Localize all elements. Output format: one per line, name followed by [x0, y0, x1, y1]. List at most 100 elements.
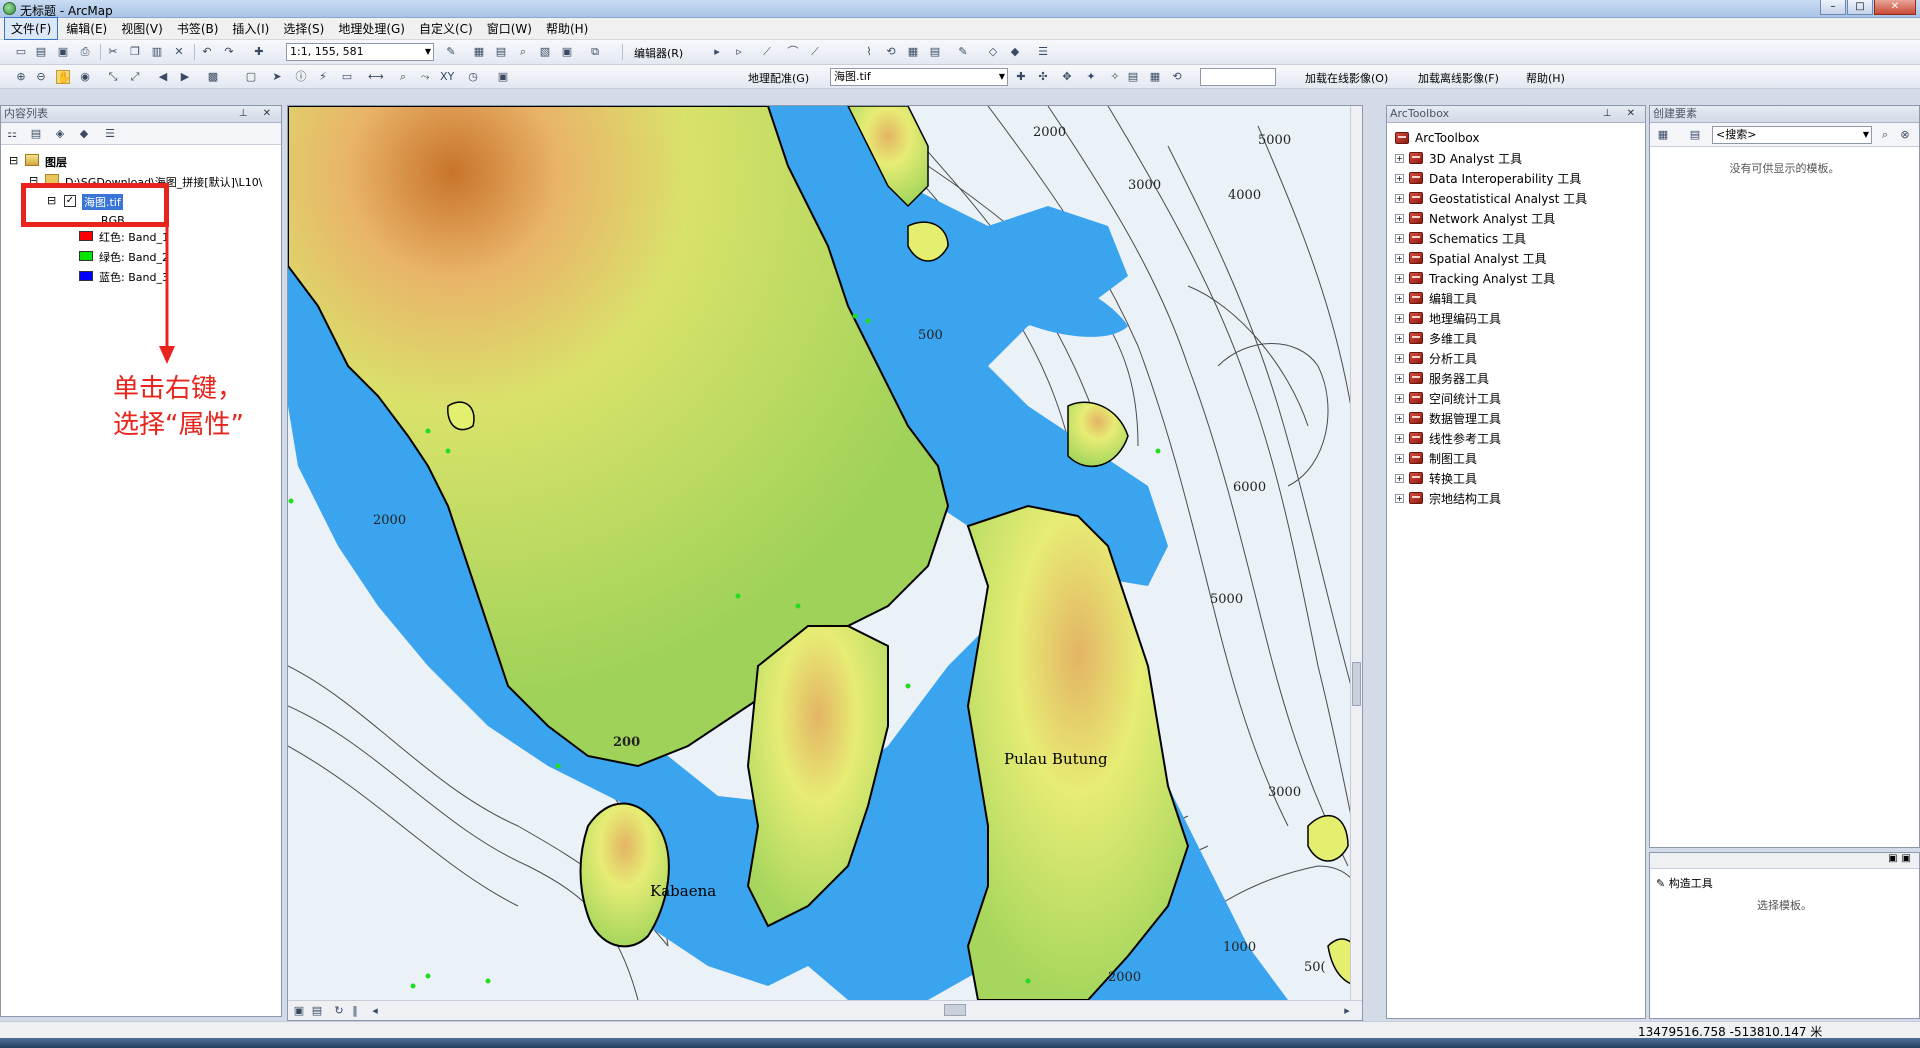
expand-icon[interactable]: +: [1395, 193, 1404, 203]
filter-templates-icon[interactable]: ▤: [1688, 128, 1702, 142]
expand-icon[interactable]: +: [1395, 413, 1404, 423]
cut-icon[interactable]: ✂: [106, 45, 120, 59]
expand-icon[interactable]: +: [1395, 433, 1404, 443]
select-features-icon[interactable]: ▩: [206, 70, 220, 84]
layout-view-icon[interactable]: ▤: [310, 1004, 324, 1018]
toolbox-item[interactable]: +3D Analyst 工具: [1395, 150, 1522, 166]
expand-icon[interactable]: +: [1395, 153, 1404, 163]
list-by-source-icon[interactable]: ▤: [29, 127, 43, 141]
edit-annotation-icon[interactable]: ▹: [732, 45, 746, 59]
create-features-icon[interactable]: ✎: [956, 45, 970, 59]
map-vertical-scrollbar[interactable]: [1350, 106, 1362, 1000]
load-offline-imagery-menu[interactable]: 加载离线影像(F): [1418, 70, 1499, 86]
menu-windows[interactable]: 窗口(W): [481, 18, 538, 39]
time-slider-icon[interactable]: ◷: [466, 70, 480, 84]
panel-splitter[interactable]: ▣▣: [1650, 853, 1919, 869]
auto-registration-icon[interactable]: ✦: [1084, 70, 1098, 84]
menu-insert[interactable]: 插入(I): [226, 18, 275, 39]
expand-icon[interactable]: +: [1395, 293, 1404, 303]
view-link-icon[interactable]: ▦: [1148, 70, 1162, 84]
menu-bookmarks[interactable]: 书签(B): [171, 18, 225, 39]
new-document-icon[interactable]: ▭: [14, 45, 28, 59]
expand-icon[interactable]: +: [1395, 233, 1404, 243]
print-icon[interactable]: ⎙: [78, 45, 92, 59]
trace-icon[interactable]: ⟋: [808, 45, 822, 59]
scroll-left-icon[interactable]: ◂: [368, 1004, 382, 1018]
toolbox-item[interactable]: + 编辑工具: [1395, 290, 1477, 306]
toolbox-item[interactable]: + 地理编码工具: [1395, 310, 1501, 326]
data-frame-label[interactable]: 图层: [45, 154, 67, 170]
minimize-button[interactable]: –: [1820, 0, 1846, 15]
link-table-icon[interactable]: ▤: [1126, 70, 1140, 84]
arctoolbox-pin-close-buttons[interactable]: ⊥ ✕: [1603, 106, 1641, 122]
expand-icon[interactable]: +: [1395, 213, 1404, 223]
paste-icon[interactable]: ▥: [150, 45, 164, 59]
sketch-properties-icon[interactable]: ▤: [928, 45, 942, 59]
rotate-tool-icon[interactable]: ⟲: [884, 45, 898, 59]
editor-menu[interactable]: 编辑器(R): [634, 45, 683, 61]
menu-help[interactable]: 帮助(H): [540, 18, 594, 39]
map-canvas[interactable]: 2000 5000 3000 4000 500 6000 2000 5000 2…: [288, 106, 1362, 1000]
toolbox-item[interactable]: + 服务器工具: [1395, 370, 1489, 386]
expand-icon[interactable]: +: [1395, 473, 1404, 483]
georeferencing-menu[interactable]: 地理配准(G): [748, 70, 809, 86]
select-elements-icon[interactable]: ➤: [270, 70, 284, 84]
menu-selection[interactable]: 选择(S): [277, 18, 330, 39]
list-by-drawing-order-icon[interactable]: ⚏: [5, 127, 19, 141]
reshape-feature-icon[interactable]: ◆: [1008, 45, 1022, 59]
add-data-icon[interactable]: ✚: [252, 45, 266, 59]
maximize-button[interactable]: □: [1847, 0, 1873, 15]
edit-tool-icon[interactable]: ▸: [710, 45, 724, 59]
toolbox-item[interactable]: + Geostatistical Analyst 工具: [1395, 190, 1587, 206]
map-hscroll-thumb[interactable]: [944, 1004, 966, 1016]
toolbox-item[interactable]: + Data Interoperability 工具: [1395, 170, 1581, 186]
toolbox-item[interactable]: + 线性参考工具: [1395, 430, 1501, 446]
go-to-xy-icon[interactable]: XY: [440, 70, 454, 84]
shift-raster-icon[interactable]: ✣: [1036, 70, 1050, 84]
measure-icon[interactable]: ⟷: [368, 70, 384, 84]
expand-icon[interactable]: +: [1395, 353, 1404, 363]
control-point-icon[interactable]: ✧: [1108, 70, 1122, 84]
georef-input-box[interactable]: [1200, 68, 1276, 86]
edit-vertices-icon[interactable]: ◇: [986, 45, 1000, 59]
end-point-arc-icon[interactable]: ⌒: [786, 45, 800, 59]
expand-icon[interactable]: +: [1395, 273, 1404, 283]
redo-icon[interactable]: ↷: [222, 45, 236, 59]
arctoolbox-root[interactable]: ArcToolbox: [1395, 130, 1479, 146]
toolbox-item[interactable]: + Spatial Analyst 工具: [1395, 250, 1547, 266]
list-by-visibility-icon[interactable]: ◈: [53, 127, 67, 141]
menu-file[interactable]: 文件(F): [4, 17, 59, 40]
clear-search-icon[interactable]: ⊗: [1898, 128, 1912, 142]
clear-selection-icon[interactable]: ▢: [244, 70, 258, 84]
expand-icon[interactable]: +: [1395, 453, 1404, 463]
attributes-icon[interactable]: ▦: [906, 45, 920, 59]
toolbox-item[interactable]: + 数据管理工具: [1395, 410, 1501, 426]
pause-drawing-icon[interactable]: ‖: [348, 1004, 362, 1018]
pan-icon[interactable]: ✋: [56, 70, 71, 84]
undo-icon[interactable]: ↶: [200, 45, 214, 59]
toc-pin-close-buttons[interactable]: ⊥ ✕: [239, 106, 277, 122]
delete-icon[interactable]: ✕: [172, 45, 186, 59]
model-builder-icon[interactable]: ⧉: [588, 45, 602, 59]
map-vscroll-thumb[interactable]: [1352, 662, 1361, 706]
toolbox-window-icon[interactable]: ▧: [538, 45, 552, 59]
close-button[interactable]: ✕: [1874, 0, 1916, 15]
editor-toolbar-icon[interactable]: ✎: [444, 45, 458, 59]
toolbox-item[interactable]: + 多维工具: [1395, 330, 1477, 346]
copy-icon[interactable]: ❐: [128, 45, 142, 59]
expand-icon[interactable]: +: [1395, 253, 1404, 263]
toolbox-item[interactable]: + 制图工具: [1395, 450, 1477, 466]
open-folder-icon[interactable]: ▤: [34, 45, 48, 59]
expand-icon[interactable]: +: [1395, 333, 1404, 343]
toc-window-icon[interactable]: ▦: [472, 45, 486, 59]
save-icon[interactable]: ▣: [56, 45, 70, 59]
toolbox-item[interactable]: + Tracking Analyst 工具: [1395, 270, 1555, 286]
splitter-buttons[interactable]: ▣▣: [1888, 853, 1915, 864]
data-view-icon[interactable]: ▣: [292, 1004, 306, 1018]
search-icon[interactable]: ⌕: [1878, 128, 1892, 142]
edit-options-icon[interactable]: ☰: [1036, 45, 1050, 59]
list-by-selection-icon[interactable]: ◆: [77, 127, 91, 141]
add-control-points-icon[interactable]: ✥: [1060, 70, 1074, 84]
straight-segment-icon[interactable]: ⟋: [760, 45, 774, 59]
reset-transform-icon[interactable]: ⟲: [1170, 70, 1184, 84]
